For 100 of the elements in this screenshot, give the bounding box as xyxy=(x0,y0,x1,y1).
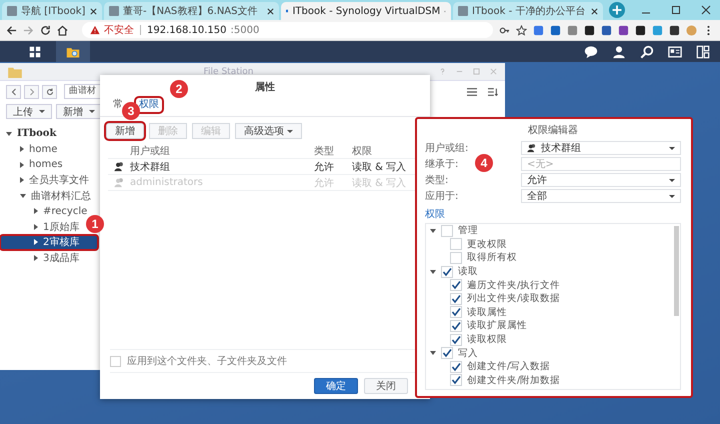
expand-icon[interactable] xyxy=(20,146,24,152)
folder-icon xyxy=(8,66,22,78)
collapse-icon[interactable] xyxy=(20,194,26,198)
extension-icon[interactable] xyxy=(635,24,646,36)
field-label: 类型: xyxy=(425,174,448,187)
checkbox[interactable] xyxy=(450,306,462,318)
collapse-icon[interactable] xyxy=(430,351,436,356)
permission-label: 列出文件夹/读取数据 xyxy=(467,292,560,306)
checkbox[interactable] xyxy=(450,238,462,250)
close-icon[interactable] xyxy=(267,8,274,14)
permission-label: 读取属性 xyxy=(467,306,507,319)
search-icon[interactable] xyxy=(640,44,654,58)
home-icon[interactable] xyxy=(57,24,68,36)
checkbox[interactable] xyxy=(450,252,462,264)
column-header: 用户或组 xyxy=(130,144,171,158)
folder-tree-item[interactable]: #recycle xyxy=(0,204,88,219)
folder-tree-item[interactable]: home xyxy=(0,142,58,157)
section-heading: 权限 xyxy=(425,208,446,221)
permission-label: 读取权限 xyxy=(467,333,507,346)
column-header: 权限 xyxy=(352,144,373,158)
close-icon[interactable] xyxy=(591,8,598,14)
widgets-icon[interactable] xyxy=(696,44,710,58)
extension-icon[interactable] xyxy=(618,24,629,36)
checkbox[interactable] xyxy=(110,356,121,366)
sort-icon[interactable] xyxy=(487,86,499,96)
checkbox[interactable] xyxy=(450,374,462,386)
star-icon[interactable] xyxy=(516,24,527,36)
checkbox[interactable] xyxy=(450,292,462,305)
confirm-button[interactable]: 确定 xyxy=(314,378,358,394)
browser-tab[interactable]: 董哥-【NAS教程】6.NAS文件 xyxy=(104,2,279,20)
folder-tree-item[interactable]: homes xyxy=(0,157,63,172)
key-icon[interactable] xyxy=(499,24,510,36)
refresh-button[interactable] xyxy=(42,84,57,98)
folder-tree-item[interactable]: ITbook xyxy=(0,126,56,142)
expand-icon[interactable] xyxy=(34,254,38,261)
folder-tree-item[interactable]: 2审核库 xyxy=(0,234,98,250)
folder-tree-item[interactable]: 1原始库 xyxy=(0,219,80,234)
extension-icon[interactable] xyxy=(584,24,595,36)
close-icon[interactable] xyxy=(701,5,711,15)
folder-tree-item[interactable]: 曲谱材料汇总 xyxy=(0,188,91,204)
forward-icon xyxy=(28,88,36,96)
checkbox[interactable] xyxy=(441,347,453,360)
address-field[interactable]: 不安全 192.168.10.150 :5000 xyxy=(82,22,493,38)
browser-tab[interactable]: ITbook - Synology VirtualDSM xyxy=(281,2,451,20)
maximize-icon[interactable] xyxy=(671,5,681,15)
permission-label: 更改权限 xyxy=(467,238,507,251)
collapse-icon[interactable] xyxy=(430,228,436,233)
expand-icon[interactable] xyxy=(34,208,38,214)
group-icon xyxy=(527,143,537,153)
column-header: 类型 xyxy=(314,144,335,158)
dialog-title: 属性 xyxy=(255,80,275,95)
checkbox-label: 应用到这个文件夹、子文件夹及文件 xyxy=(127,354,287,368)
extension-icon[interactable] xyxy=(669,24,680,36)
checkbox[interactable] xyxy=(441,266,453,278)
collapse-icon[interactable] xyxy=(430,270,436,274)
permission-label: 遍历文件夹/执行文件 xyxy=(467,278,560,292)
user-icon[interactable] xyxy=(612,44,626,58)
dropdown-field[interactable]: 技术群组 xyxy=(521,141,681,155)
checkbox[interactable] xyxy=(441,224,453,237)
dropdown-field[interactable]: 全部 xyxy=(521,189,681,203)
expand-icon[interactable] xyxy=(34,224,38,230)
folder-tree-item[interactable]: 3成品库 xyxy=(0,250,80,266)
back-icon[interactable] xyxy=(6,24,17,36)
table-cell-text: 读取 & 写入 xyxy=(352,176,408,190)
toolbar-button[interactable]: 上传 xyxy=(6,104,52,119)
dropdown-field[interactable]: 允许 xyxy=(521,173,681,187)
expand-icon[interactable] xyxy=(20,177,24,184)
card-icon[interactable] xyxy=(668,44,682,58)
table-cell-text: administrators xyxy=(130,177,204,188)
permission-label: 管理 xyxy=(458,224,478,238)
warning-icon xyxy=(90,25,100,35)
toolbar-button[interactable]: 新增 xyxy=(56,104,102,119)
table-cell-text: 允许 xyxy=(314,176,335,190)
field-label: 继承于: xyxy=(425,158,458,171)
permission-label: 读取扩展属性 xyxy=(467,319,527,332)
folder-tree-item[interactable]: 全员共享文件 xyxy=(0,172,89,188)
panel-title: 权限编辑器 xyxy=(527,124,579,138)
back-icon xyxy=(10,88,18,96)
browser-tab[interactable]: 导航 [ITbook] xyxy=(2,2,102,20)
chat-icon[interactable] xyxy=(584,44,598,58)
checkbox[interactable] xyxy=(450,320,462,332)
toolbar-button[interactable]: 新增 xyxy=(106,123,144,139)
field-label: 用户或组: xyxy=(425,142,468,155)
main-menu-icon[interactable] xyxy=(28,44,42,58)
list-view-icon[interactable] xyxy=(466,86,478,96)
new-tab-icon[interactable] xyxy=(609,2,625,18)
toolbar-button[interactable]: 高级选项 xyxy=(235,123,302,139)
expand-icon[interactable] xyxy=(20,162,24,168)
collapse-icon[interactable] xyxy=(6,132,12,136)
browser-tab[interactable]: ITbook - 干净的办公平台 xyxy=(453,2,603,20)
close-icon[interactable] xyxy=(90,8,97,14)
close-button[interactable]: 关闭 xyxy=(364,378,408,394)
checkbox[interactable] xyxy=(450,334,462,346)
checkbox[interactable] xyxy=(450,279,462,292)
group-icon xyxy=(114,177,124,188)
scrollbar[interactable] xyxy=(674,226,679,316)
favicon-icon xyxy=(458,6,468,16)
checkbox[interactable] xyxy=(450,360,462,373)
back-button[interactable] xyxy=(6,84,21,98)
reload-icon[interactable] xyxy=(40,24,51,36)
